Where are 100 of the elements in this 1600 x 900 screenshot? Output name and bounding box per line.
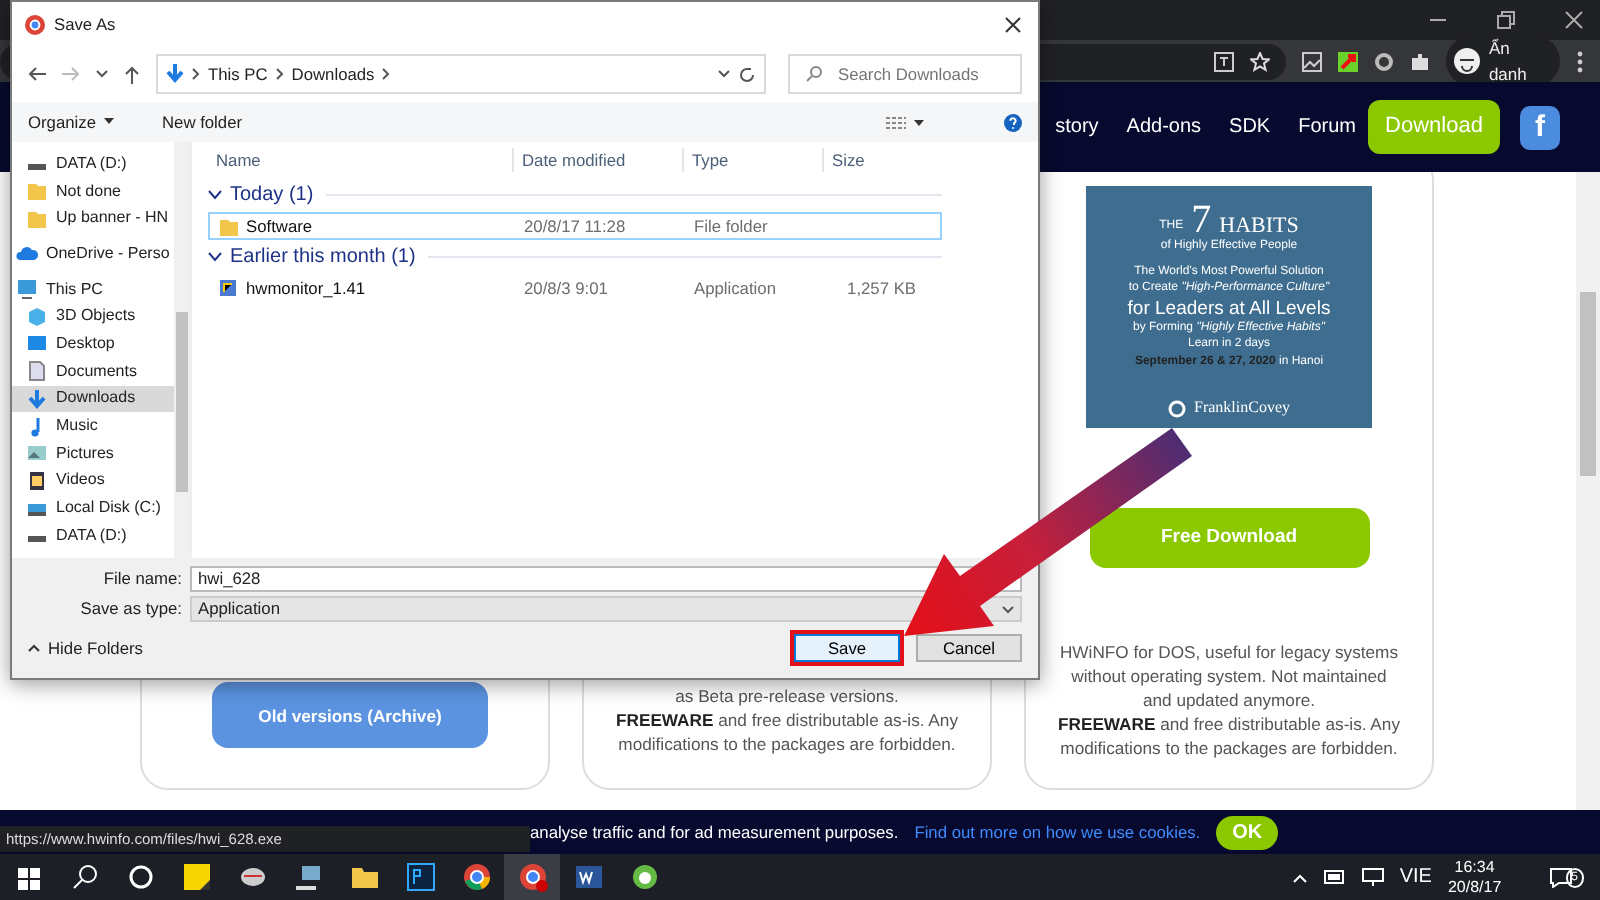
close-icon[interactable] <box>1564 10 1584 30</box>
sidebar-item[interactable]: Downloads <box>12 385 174 413</box>
picture-icon <box>26 442 48 465</box>
column-header[interactable]: Date modified <box>514 147 684 173</box>
sidebar-item[interactable]: This PC <box>12 275 174 303</box>
nav-link[interactable]: story <box>1055 112 1099 142</box>
refresh-icon[interactable] <box>738 65 756 83</box>
view-options-icon[interactable] <box>886 115 906 129</box>
restore-icon[interactable] <box>1496 10 1516 30</box>
breadcrumb-item[interactable]: This PC <box>208 61 268 87</box>
sidebar-item[interactable]: Music <box>12 412 174 440</box>
group-header[interactable]: Today (1) <box>230 180 314 210</box>
help-icon[interactable] <box>1004 113 1022 132</box>
menu-icon[interactable] <box>1576 49 1584 73</box>
chrome-icon[interactable] <box>517 862 547 892</box>
chrome-icon[interactable] <box>461 862 491 892</box>
cube-icon <box>26 305 48 328</box>
sidebar-item[interactable]: 3D Objects <box>12 302 174 331</box>
cancel-button[interactable]: Cancel <box>916 634 1022 662</box>
address-field[interactable]: This PC Downloads <box>156 54 766 94</box>
translate-icon[interactable] <box>1214 51 1235 71</box>
brand-name: FranklinCovey <box>1194 396 1290 420</box>
word-icon[interactable] <box>573 862 603 892</box>
column-header[interactable]: Size <box>824 147 914 173</box>
close-icon[interactable] <box>1004 15 1022 33</box>
advertisement[interactable] <box>1086 186 1372 428</box>
card-text: as Beta pre-release versions. <box>673 684 901 708</box>
chevron-up-icon[interactable] <box>1291 871 1308 883</box>
file-type-field[interactable]: Application <box>190 596 1022 622</box>
organize-menu[interactable]: Organize <box>28 109 114 135</box>
sidebar-item[interactable]: DATA (D:) <box>12 150 174 178</box>
photoshop-icon[interactable] <box>405 862 435 892</box>
scrollbar[interactable] <box>1576 172 1600 810</box>
save-button[interactable]: Save <box>794 634 900 662</box>
extension-icon[interactable] <box>1338 51 1359 71</box>
sidebar-item[interactable]: Not done <box>12 177 174 205</box>
back-arrow-icon[interactable] <box>28 66 46 82</box>
note-icon[interactable] <box>181 862 211 892</box>
file-row[interactable]: Software 20/8/17 11:28 File folder <box>208 212 942 240</box>
folder-icon <box>218 216 238 236</box>
breadcrumb-item[interactable]: Downloads <box>291 61 375 87</box>
clock-date[interactable]: 20/8/17 <box>1447 877 1502 897</box>
monitor-icon[interactable] <box>1361 868 1384 886</box>
battery-icon[interactable] <box>1323 870 1346 884</box>
sidebar-item[interactable]: DATA (D:) <box>12 521 174 550</box>
chevron-down-icon[interactable] <box>96 70 108 78</box>
chevron-down-icon[interactable] <box>718 70 730 78</box>
notification-icon[interactable] <box>1549 867 1572 887</box>
card-text: HWiNFO for DOS, useful for legacy systems without operating system. Not maintained and updated anymore. <box>1058 640 1400 712</box>
search-icon[interactable] <box>69 862 99 892</box>
chevron-right-icon <box>275 68 284 80</box>
file-name: Software <box>246 213 313 239</box>
sidebar-item[interactable]: Desktop <box>12 330 174 358</box>
clock-time[interactable]: 16:34 <box>1454 857 1495 877</box>
sidebar-item[interactable]: Up banner - HN <box>12 204 174 233</box>
file-type: Application <box>694 277 776 298</box>
card-text: FREEWARE and free distributable as-is. Any modifications to the packages are forbidden. <box>616 708 958 756</box>
chevron-down-icon[interactable] <box>208 252 222 262</box>
folder-icon <box>26 180 48 203</box>
column-header[interactable]: Name <box>208 147 514 173</box>
nav-link[interactable]: Forum <box>1298 112 1356 142</box>
gear-icon[interactable] <box>1374 51 1395 71</box>
image-icon[interactable] <box>1302 51 1323 71</box>
file-row[interactable]: hwmonitor_1.41 20/8/3 9:01 Application 1,257 KB <box>208 274 942 302</box>
incognito-avatar-icon[interactable] <box>1454 48 1481 74</box>
chevron-down-icon <box>1002 605 1014 613</box>
chevron-down-icon[interactable] <box>208 190 222 200</box>
dialog-title: Save As <box>54 11 118 37</box>
up-arrow-icon[interactable] <box>124 65 140 83</box>
computer-icon[interactable] <box>293 862 323 892</box>
file-date: 20/8/17 11:28 <box>524 215 626 236</box>
folder-icon[interactable] <box>349 862 379 892</box>
file-name-field[interactable]: hwi_628 <box>190 566 1022 592</box>
sidebar-item[interactable]: Documents <box>12 357 174 385</box>
sidebar-item[interactable]: Videos <box>12 467 174 495</box>
sidebar-item[interactable]: Pictures <box>12 439 174 468</box>
windows-start-icon[interactable] <box>13 862 43 892</box>
caret-icon[interactable] <box>914 119 924 125</box>
nav-link[interactable]: Add-ons <box>1126 112 1202 142</box>
search-box[interactable]: Search Downloads <box>788 54 1022 94</box>
new-folder-button[interactable]: New folder <box>161 109 243 135</box>
circle-icon[interactable] <box>125 862 155 892</box>
app-icon[interactable] <box>629 862 659 892</box>
hide-folders-button[interactable]: Hide Folders <box>28 635 143 661</box>
group-header[interactable]: Earlier this month (1) <box>230 242 416 272</box>
scrollbar[interactable] <box>174 142 190 558</box>
file-name-label: File name: <box>101 566 182 592</box>
caret-icon <box>103 118 114 125</box>
cookie-link[interactable]: Find out more on how we use cookies. <box>914 819 1201 845</box>
sidebar-item[interactable]: OneDrive - Perso <box>12 240 174 268</box>
star-icon[interactable] <box>1250 51 1271 71</box>
search-field[interactable]: Search Downloads <box>838 61 1018 87</box>
download-arrow-icon <box>166 64 184 84</box>
application-icon <box>218 278 238 298</box>
sidebar-item[interactable]: Local Disk (C:) <box>12 494 174 522</box>
column-header[interactable]: Type <box>684 147 824 173</box>
nav-link[interactable]: SDK <box>1229 112 1271 142</box>
chevron-right-icon <box>382 68 391 80</box>
incognito-label: Ẩn danh <box>1488 35 1529 87</box>
language-indicator[interactable]: VIE <box>1399 862 1432 892</box>
